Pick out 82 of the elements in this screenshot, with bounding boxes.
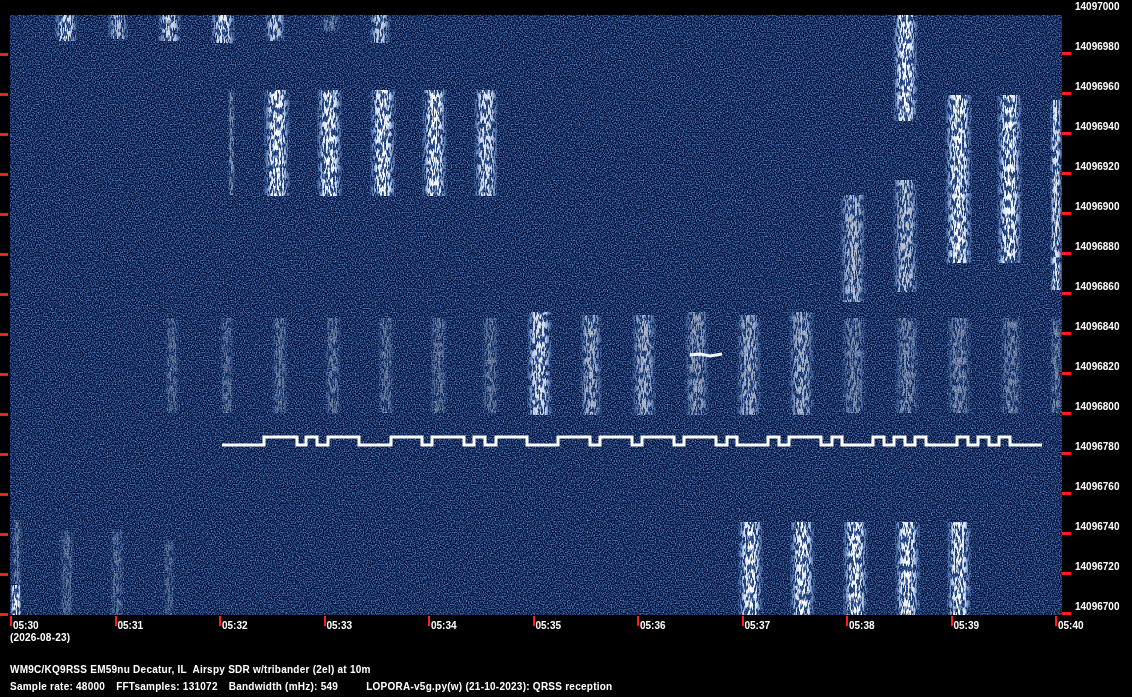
frequency-label: 14096800 [1075, 400, 1120, 414]
time-label: 05:38 [849, 620, 875, 632]
date-label: (2026-08-23) [10, 632, 71, 644]
axis-tick [950, 616, 953, 626]
axis-tick [1062, 452, 1071, 455]
frequency-label: 14096760 [1075, 480, 1120, 494]
time-label: 05:35 [535, 620, 562, 632]
time-label: 05:30 [13, 620, 39, 632]
axis-tick [1062, 532, 1071, 535]
axis-tick [0, 413, 8, 416]
signal-streak [370, 15, 390, 43]
time-label: 05:37 [744, 620, 771, 632]
time-label: 05:36 [640, 620, 666, 632]
frequency-label: 14096780 [1075, 440, 1120, 454]
frequency-label: 14096920 [1075, 160, 1120, 174]
frequency-label: 14097000 [1075, 0, 1120, 14]
axis-tick [0, 53, 8, 56]
axis-tick [1062, 52, 1071, 55]
time-label: 05:32 [222, 620, 248, 632]
axis-tick [1062, 252, 1071, 255]
axis-tick [1062, 372, 1071, 375]
axis-tick [1062, 92, 1071, 95]
frequency-label: 14096880 [1075, 240, 1120, 254]
axis-tick [0, 453, 8, 456]
axis-tick [10, 616, 12, 626]
time-label: 05:34 [431, 620, 457, 632]
settings-text: Sample rate: 48000 [10, 681, 106, 693]
axis-tick [1062, 572, 1071, 575]
axis-tick [741, 616, 744, 626]
signal-streak [158, 15, 181, 41]
axis-tick [0, 333, 8, 336]
station-info: WM9C/KQ9RSS EM59nu Decatur, IL Airspy SDR w/tribander (2el) at 10m [10, 664, 371, 676]
axis-tick [1062, 212, 1071, 215]
axis-tick [0, 133, 8, 136]
axis-tick [1062, 332, 1071, 335]
axis-tick [0, 493, 8, 496]
frequency-label: 14096860 [1075, 280, 1120, 294]
frequency-label: 14096900 [1075, 200, 1120, 214]
frequency-label: 14096740 [1075, 520, 1120, 534]
axis-tick [1062, 132, 1071, 135]
axis-tick [323, 616, 326, 626]
axis-tick [1062, 412, 1071, 415]
axis-tick [846, 616, 848, 626]
time-label: 05:31 [117, 620, 144, 632]
frequency-label: 14096840 [1075, 320, 1120, 334]
axis-tick [1055, 616, 1057, 626]
frequency-label: 14096940 [1075, 120, 1120, 134]
axis-tick [0, 613, 8, 616]
settings-text: FFTsamples: 131072 [116, 681, 218, 693]
axis-tick [219, 616, 221, 626]
settings-text: Bandwidth (mHz): 549 [228, 681, 339, 693]
axis-tick [1062, 172, 1071, 175]
frequency-label: 14096820 [1075, 360, 1120, 374]
axis-tick [0, 213, 8, 216]
axis-tick [0, 93, 8, 96]
settings-text: LOPORA-v5g.py(w) (21-10-2023): QRSS reception [366, 681, 613, 693]
axis-tick [0, 373, 8, 376]
signal-streak [320, 15, 340, 31]
axis-tick [532, 616, 535, 626]
axis-tick [428, 616, 430, 626]
signal-dash [689, 352, 723, 358]
axis-tick [0, 573, 8, 576]
axis-tick [637, 616, 639, 626]
time-label: 05:33 [326, 620, 353, 632]
signal-streak [265, 15, 285, 41]
axis-tick [1062, 492, 1071, 495]
frequency-label: 14096980 [1075, 40, 1120, 54]
frequency-label: 14096700 [1075, 600, 1120, 614]
axis-tick [0, 173, 8, 176]
time-label: 05:39 [953, 620, 980, 632]
signal-streak [108, 15, 128, 39]
axis-tick [114, 616, 117, 626]
frequency-label: 14096960 [1075, 80, 1120, 94]
axis-tick [1062, 612, 1071, 615]
frequency-label: 14096720 [1075, 560, 1120, 574]
axis-tick [0, 253, 8, 256]
signal-streak [55, 15, 77, 41]
axis-tick [0, 293, 8, 296]
time-label: 05:40 [1058, 620, 1084, 632]
signal-streak [211, 15, 235, 43]
axis-tick [1062, 292, 1071, 295]
axis-tick [0, 533, 8, 536]
